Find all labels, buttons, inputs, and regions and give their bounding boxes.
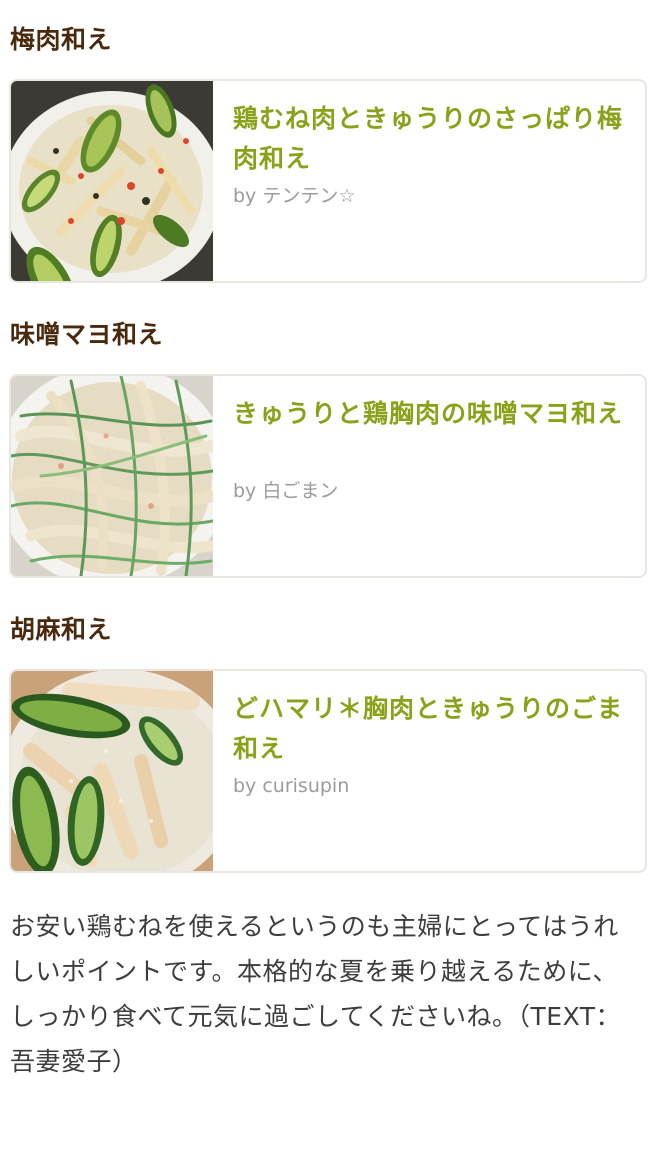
recipe-thumbnail[interactable] xyxy=(11,671,213,871)
section-heading: 梅肉和え xyxy=(10,25,113,54)
recipe-photo xyxy=(11,376,213,576)
recipe-photo xyxy=(11,81,213,281)
recipe-title-link[interactable]: どハマリ＊胸肉ときゅうりのごま和え xyxy=(233,689,629,769)
section-heading: 胡麻和え xyxy=(10,615,113,644)
recipe-thumbnail[interactable] xyxy=(11,81,213,281)
article-body-text: お安い鶏むねを使えるというのも主婦にとってはうれしいポイントです。本格的な夏を乗… xyxy=(10,912,622,1076)
recipe-photo xyxy=(11,671,213,871)
recipe-thumbnail[interactable] xyxy=(11,376,213,576)
recipe-author[interactable]: by curisupin xyxy=(233,774,349,798)
recipe-title-link[interactable]: 鶏むね肉ときゅうりのさっぱり梅肉和え xyxy=(233,99,629,179)
recipe-card[interactable]: どハマリ＊胸肉ときゅうりのごま和え by curisupin xyxy=(9,669,647,873)
recipe-author[interactable]: by テンテン☆ xyxy=(233,184,355,208)
recipe-title-link[interactable]: きゅうりと鶏胸肉の味噌マヨ和え xyxy=(233,394,629,434)
recipe-card[interactable]: きゅうりと鶏胸肉の味噌マヨ和え by 白ごまン xyxy=(9,374,647,578)
section-heading: 味噌マヨ和え xyxy=(10,320,164,349)
recipe-author[interactable]: by 白ごまン xyxy=(233,479,338,503)
recipe-card[interactable]: 鶏むね肉ときゅうりのさっぱり梅肉和え by テンテン☆ xyxy=(9,79,647,283)
